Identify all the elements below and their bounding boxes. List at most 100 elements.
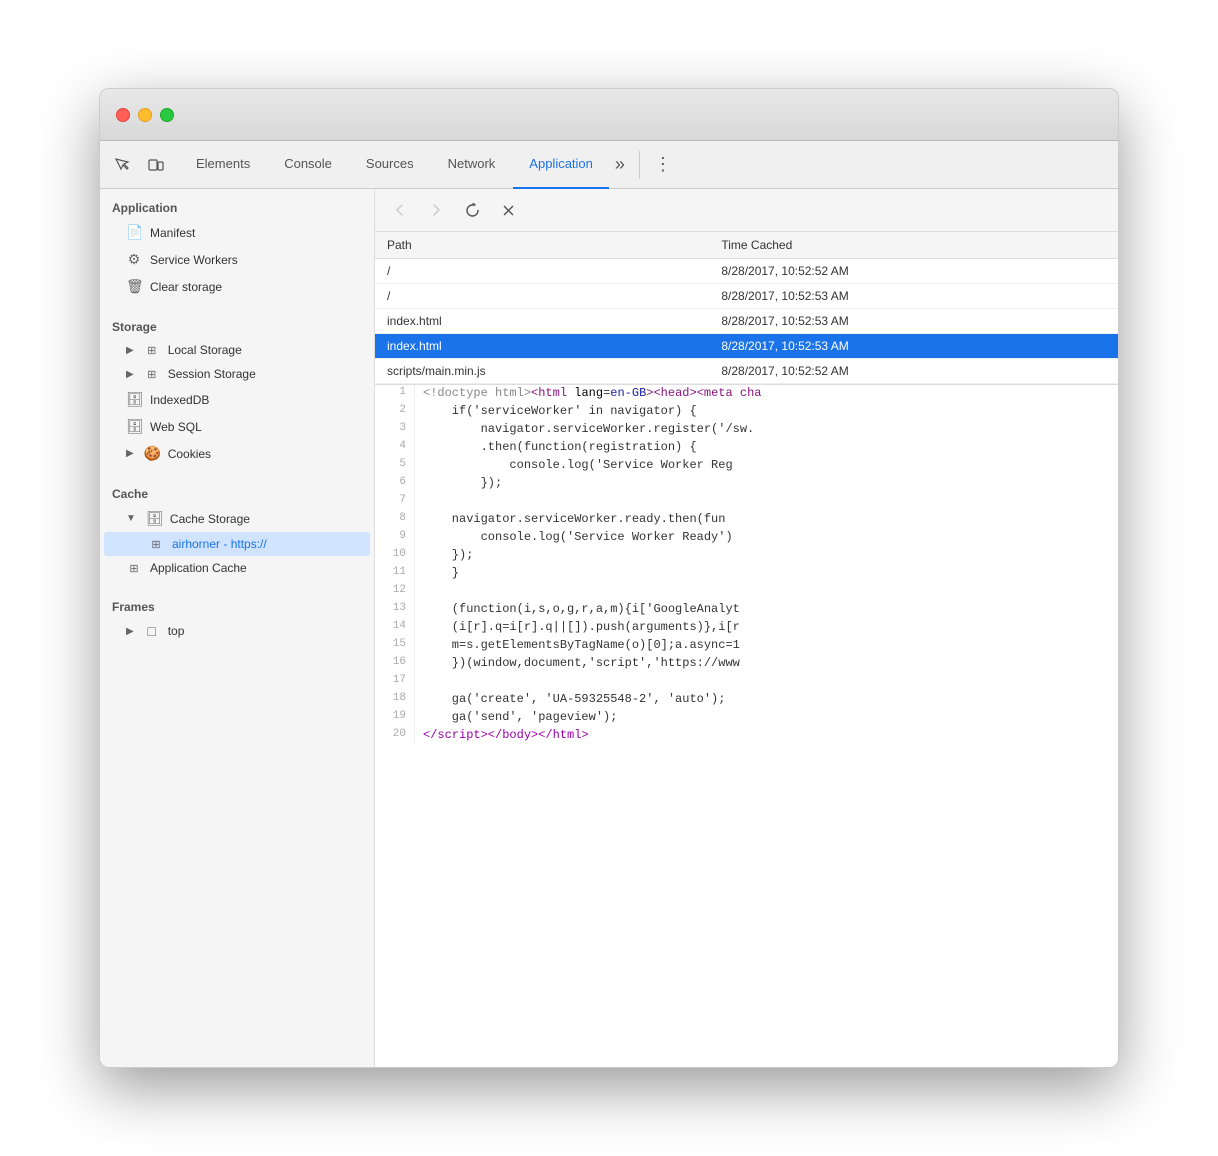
- code-line: 4 .then(function(registration) {: [375, 439, 1118, 457]
- cache-storage-icon: 🗄: [146, 510, 162, 527]
- refresh-button[interactable]: [459, 197, 485, 223]
- cache-table-container: Path Time Cached / 8/28/2017, 10:52:52 A…: [375, 232, 1118, 385]
- device-icon[interactable]: [142, 151, 170, 179]
- cell-time: 8/28/2017, 10:52:52 AM: [709, 359, 1118, 384]
- code-line: 1 <!doctype html><html lang=en-GB><head>…: [375, 385, 1118, 403]
- line-number: 17: [375, 673, 415, 691]
- code-line: 11 }: [375, 565, 1118, 583]
- line-number: 14: [375, 619, 415, 637]
- line-number: 19: [375, 709, 415, 727]
- tab-elements[interactable]: Elements: [180, 141, 266, 189]
- section-header-frames: Frames: [100, 588, 374, 618]
- code-line: 3 navigator.serviceWorker.register('/sw.: [375, 421, 1118, 439]
- inspect-icon[interactable]: [108, 151, 136, 179]
- cell-path: /: [375, 284, 709, 309]
- sidebar-item-top[interactable]: ▶ □ top: [104, 618, 370, 644]
- tab-sources[interactable]: Sources: [350, 141, 430, 189]
- sidebar-item-cache-storage[interactable]: ▼ 🗄 Cache Storage: [104, 505, 370, 532]
- line-number: 18: [375, 691, 415, 709]
- table-row[interactable]: index.html 8/28/2017, 10:52:53 AM: [375, 309, 1118, 334]
- forward-button[interactable]: [423, 197, 449, 223]
- table-row[interactable]: index.html 8/28/2017, 10:52:53 AM: [375, 334, 1118, 359]
- devtools-menu-icon[interactable]: ⋮: [648, 150, 678, 179]
- tab-separator: [639, 151, 640, 179]
- line-number: 13: [375, 601, 415, 619]
- more-tabs-icon[interactable]: »: [609, 146, 631, 183]
- sidebar-item-label: top: [168, 624, 185, 638]
- tab-application[interactable]: Application: [513, 141, 609, 189]
- sidebar-item-cookies[interactable]: ▶ 🍪 Cookies: [104, 440, 370, 467]
- col-time: Time Cached: [709, 232, 1118, 259]
- sidebar-item-app-cache[interactable]: ⊞ Application Cache: [104, 556, 370, 580]
- line-content: console.log('Service Worker Ready'): [415, 529, 741, 547]
- minimize-button[interactable]: [138, 108, 152, 122]
- close-button[interactable]: [116, 108, 130, 122]
- sidebar-item-label: Clear storage: [150, 280, 222, 294]
- line-number: 7: [375, 493, 415, 511]
- code-area: 1 <!doctype html><html lang=en-GB><head>…: [375, 385, 1118, 1067]
- main-content: Application 📄 Manifest ⚙ Service Workers…: [100, 189, 1118, 1067]
- cell-time: 8/28/2017, 10:52:52 AM: [709, 259, 1118, 284]
- line-number: 8: [375, 511, 415, 529]
- maximize-button[interactable]: [160, 108, 174, 122]
- line-content: [415, 673, 431, 691]
- line-content: console.log('Service Worker Reg: [415, 457, 741, 475]
- line-content: });: [415, 547, 481, 565]
- line-content: <!doctype html><html lang=en-GB><head><m…: [415, 385, 770, 403]
- line-content: });: [415, 475, 510, 493]
- code-line: 19 ga('send', 'pageview');: [375, 709, 1118, 727]
- devtools-window: Elements Console Sources Network Applica…: [99, 88, 1119, 1068]
- sidebar-item-service-workers[interactable]: ⚙ Service Workers: [104, 246, 370, 273]
- session-storage-icon: ⊞: [144, 368, 160, 381]
- code-line: 8 navigator.serviceWorker.ready.then(fun: [375, 511, 1118, 529]
- cell-path: index.html: [375, 309, 709, 334]
- line-number: 9: [375, 529, 415, 547]
- sidebar-item-manifest[interactable]: 📄 Manifest: [104, 219, 370, 246]
- expand-arrow-icon: ▶: [126, 626, 134, 637]
- line-content: navigator.serviceWorker.ready.then(fun: [415, 511, 733, 529]
- expand-arrow-icon: ▶: [126, 448, 134, 459]
- manifest-icon: 📄: [126, 224, 142, 241]
- sidebar-item-airhorner[interactable]: ⊞ airhorner - https://: [104, 532, 370, 556]
- sidebar-item-clear-storage[interactable]: 🗑 Clear storage: [104, 273, 370, 300]
- table-row[interactable]: scripts/main.min.js 8/28/2017, 10:52:52 …: [375, 359, 1118, 384]
- sidebar-item-label: Local Storage: [168, 343, 242, 357]
- tab-console[interactable]: Console: [268, 141, 348, 189]
- section-header-storage: Storage: [100, 308, 374, 338]
- code-line: 7: [375, 493, 1118, 511]
- airhorner-cache-icon: ⊞: [148, 538, 164, 551]
- code-line: 2 if('serviceWorker' in navigator) {: [375, 403, 1118, 421]
- sidebar-item-local-storage[interactable]: ▶ ⊞ Local Storage: [104, 338, 370, 362]
- expand-arrow-icon: ▼: [126, 513, 136, 524]
- code-line: 14 (i[r].q=i[r].q||[]).push(arguments)},…: [375, 619, 1118, 637]
- web-sql-icon: 🗄: [126, 418, 142, 435]
- col-path: Path: [375, 232, 709, 259]
- code-line: 16 })(window,document,'script','https://…: [375, 655, 1118, 673]
- code-line: 10 });: [375, 547, 1118, 565]
- sidebar-item-session-storage[interactable]: ▶ ⊞ Session Storage: [104, 362, 370, 386]
- line-content: m=s.getElementsByTagName(o)[0];a.async=1: [415, 637, 748, 655]
- code-line: 12: [375, 583, 1118, 601]
- tab-network[interactable]: Network: [432, 141, 512, 189]
- tab-icons: [108, 151, 170, 179]
- line-number: 10: [375, 547, 415, 565]
- cell-time: 8/28/2017, 10:52:53 AM: [709, 334, 1118, 359]
- service-workers-icon: ⚙: [126, 251, 142, 268]
- right-panel: Path Time Cached / 8/28/2017, 10:52:52 A…: [375, 189, 1118, 1067]
- back-button[interactable]: [387, 197, 413, 223]
- line-number: 11: [375, 565, 415, 583]
- line-content: </script></body></html>: [415, 727, 597, 745]
- sidebar-item-web-sql[interactable]: 🗄 Web SQL: [104, 413, 370, 440]
- table-row[interactable]: / 8/28/2017, 10:52:52 AM: [375, 259, 1118, 284]
- cell-time: 8/28/2017, 10:52:53 AM: [709, 309, 1118, 334]
- section-header-cache: Cache: [100, 475, 374, 505]
- table-row[interactable]: / 8/28/2017, 10:52:53 AM: [375, 284, 1118, 309]
- sidebar-item-indexeddb[interactable]: 🗄 IndexedDB: [104, 386, 370, 413]
- panel-toolbar: [375, 189, 1118, 232]
- code-line: 6 });: [375, 475, 1118, 493]
- line-number: 2: [375, 403, 415, 421]
- expand-arrow-icon: ▶: [126, 345, 134, 356]
- delete-button[interactable]: [495, 197, 521, 223]
- line-content: [415, 583, 431, 601]
- line-content: navigator.serviceWorker.register('/sw.: [415, 421, 762, 439]
